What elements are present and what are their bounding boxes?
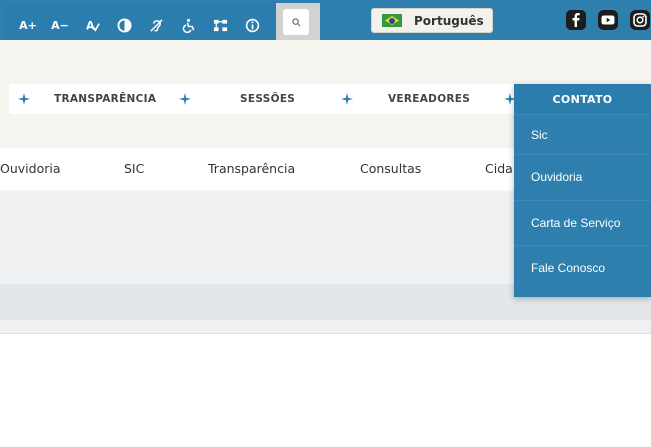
dropdown-title[interactable]: CONTATO — [514, 84, 651, 114]
hearing-icon[interactable] — [140, 9, 172, 41]
instagram-icon[interactable] — [630, 10, 650, 30]
brazil-flag-icon — [382, 14, 402, 27]
facebook-icon[interactable] — [566, 10, 586, 30]
subnav-item-cidade[interactable]: Cida — [485, 161, 513, 176]
contrast-icon[interactable] — [108, 9, 140, 41]
decrease-font-icon[interactable]: A− — [44, 9, 76, 41]
dropdown-item-carta-servico[interactable]: Carta de Serviço — [514, 199, 651, 246]
dropdown-item-ouvidoria[interactable]: Ouvidoria — [514, 154, 651, 200]
nav-item-transparencia[interactable]: TRANSPARÊNCIA — [54, 84, 156, 114]
subnav-item-transparencia[interactable]: Transparência — [208, 161, 295, 176]
subnav-item-ouvidoria[interactable]: Ouvidoria — [0, 161, 61, 176]
star-icon — [18, 93, 30, 105]
increase-font-icon[interactable]: A+ — [12, 9, 44, 41]
info-icon[interactable] — [236, 9, 268, 41]
svg-text:A: A — [85, 19, 94, 32]
contato-dropdown: CONTATO Sic Ouvidoria Carta de Serviço F… — [514, 84, 651, 297]
sitemap-icon[interactable] — [204, 9, 236, 41]
language-selector[interactable]: Português — [371, 8, 493, 33]
dropdown-item-fale-conosco[interactable]: Fale Conosco — [514, 245, 651, 291]
youtube-icon[interactable] — [598, 10, 618, 30]
dyslexia-font-icon[interactable]: A — [76, 9, 108, 41]
star-icon — [179, 93, 191, 105]
search-button[interactable] — [283, 9, 309, 35]
star-icon — [341, 93, 353, 105]
dropdown-item-sic[interactable]: Sic — [514, 114, 651, 154]
content-band-light — [0, 320, 651, 334]
language-label: Português — [414, 13, 484, 28]
nav-item-vereadores[interactable]: VEREADORES — [388, 84, 470, 114]
nav-item-sessoes[interactable]: SESSÕES — [240, 84, 295, 114]
subnav-item-sic[interactable]: SIC — [124, 161, 144, 176]
search-icon — [291, 17, 300, 26]
wheelchair-icon[interactable] — [172, 9, 204, 41]
subnav-item-consultas[interactable]: Consultas — [360, 161, 421, 176]
